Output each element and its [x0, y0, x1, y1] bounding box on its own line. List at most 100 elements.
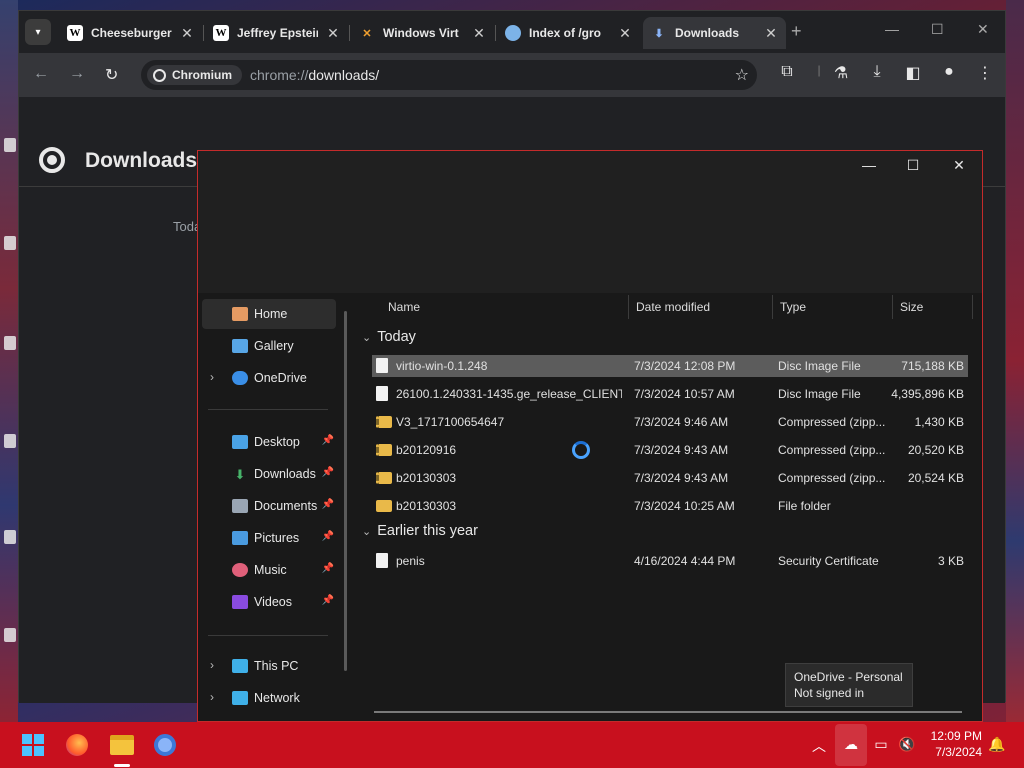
computer-icon [232, 659, 248, 673]
group-header-earlier[interactable]: ⌄ Earlier this year [362, 523, 478, 539]
file-size: 20,520 KB [907, 443, 964, 457]
chevron-right-icon[interactable]: › [210, 690, 214, 704]
file-row[interactable]: b20130303 7/3/2024 9:43 AM Compressed (z… [372, 467, 968, 489]
nav-item-downloads[interactable]: ⬇ Downloads 📌 [202, 459, 336, 489]
maximize-icon[interactable]: ☐ [898, 157, 928, 174]
pin-icon[interactable]: 📌 [322, 467, 334, 478]
profile-icon[interactable]: ● [939, 63, 959, 81]
desktop-icon[interactable] [4, 236, 16, 250]
nav-item-home[interactable]: Home [202, 299, 336, 329]
close-icon[interactable]: ✕ [326, 25, 340, 42]
column-divider[interactable] [972, 295, 973, 319]
desktop-icon[interactable] [4, 628, 16, 642]
menu-dots-icon[interactable]: ⋮ [975, 63, 995, 83]
download-icon[interactable]: ⤓ [867, 63, 887, 81]
file-row[interactable]: virtio-win-0.1.248 7/3/2024 12:08 PM Dis… [372, 355, 968, 377]
close-window-icon[interactable]: ✕ [977, 21, 989, 38]
nav-item-gallery[interactable]: Gallery [202, 331, 336, 361]
clock[interactable]: 12:09 PM 7/3/2024 [926, 728, 982, 760]
tab-cheeseburger[interactable]: W Cheeseburger ✕ [59, 17, 202, 49]
pin-icon[interactable]: 📌 [322, 499, 334, 510]
tab-jeffrey-epstein[interactable]: W Jeffrey Epstein ✕ [205, 17, 348, 49]
chip-label: Chromium [172, 68, 232, 82]
close-icon[interactable]: ✕ [180, 25, 194, 42]
minimize-icon[interactable]: — [854, 157, 884, 173]
file-date: 7/3/2024 10:57 AM [634, 387, 735, 401]
close-icon[interactable]: ✕ [764, 25, 778, 42]
file-row[interactable]: penis 4/16/2024 4:44 PM Security Certifi… [372, 550, 968, 572]
desktop-icon[interactable] [4, 138, 16, 152]
nav-item-videos[interactable]: Videos 📌 [202, 587, 336, 617]
file-list: Name Date modified Type Size ⌄ Today vir… [356, 293, 982, 723]
nav-item-music[interactable]: Music 📌 [202, 555, 336, 585]
tab-downloads[interactable]: ⬇ Downloads ✕ [643, 17, 786, 49]
bookmark-star-icon[interactable]: ☆ [735, 65, 749, 85]
desktop-icon[interactable] [4, 434, 16, 448]
back-arrow-icon[interactable]: ← [33, 65, 49, 83]
nav-item-network[interactable]: › Network [202, 683, 336, 713]
new-tab-button[interactable]: + [791, 21, 802, 42]
nav-item-onedrive[interactable]: › OneDrive [202, 363, 336, 393]
file-row[interactable]: b20130303 7/3/2024 10:25 AM File folder [372, 495, 968, 517]
column-header-date[interactable]: Date modified [636, 300, 710, 314]
nav-item-pictures[interactable]: Pictures 📌 [202, 523, 336, 553]
desktop-icon[interactable] [4, 530, 16, 544]
onedrive-offline-icon[interactable]: ☁ [842, 736, 860, 753]
tab-windows-virt[interactable]: ✕ Windows Virt ✕ [351, 17, 494, 49]
close-icon[interactable]: ✕ [472, 25, 486, 42]
file-name: V3_1717100654647 [396, 415, 505, 429]
firefox-icon [66, 734, 88, 756]
group-header-today[interactable]: ⌄ Today [362, 329, 416, 345]
zip-folder-icon [376, 472, 392, 484]
file-row[interactable]: 26100.1.240331-1435.ge_release_CLIENT_..… [372, 383, 968, 405]
horizontal-scrollbar[interactable] [374, 711, 962, 713]
close-icon[interactable]: ✕ [944, 157, 974, 174]
pin-icon[interactable]: 📌 [322, 531, 334, 542]
file-size: 1,430 KB [914, 415, 964, 429]
taskbar-firefox[interactable] [62, 730, 92, 760]
address-bar[interactable]: Chromium chrome://downloads/ ☆ [141, 60, 757, 90]
nav-item-documents[interactable]: Documents 📌 [202, 491, 336, 521]
maximize-icon[interactable]: ☐ [931, 21, 944, 38]
file-name: virtio-win-0.1.248 [396, 359, 488, 373]
minimize-icon[interactable]: — [885, 21, 899, 37]
column-divider[interactable] [892, 295, 893, 319]
file-type: Compressed (zipp... [778, 471, 886, 485]
music-icon [232, 563, 248, 577]
taskbar-chromium[interactable] [150, 730, 180, 760]
column-divider[interactable] [772, 295, 773, 319]
chevron-up-icon[interactable]: ︿ [810, 736, 828, 756]
extensions-icon[interactable]: ⧉ [777, 63, 797, 81]
tab-search-button[interactable]: ▾ [25, 19, 51, 45]
chevron-right-icon[interactable]: › [210, 658, 214, 672]
column-divider[interactable] [628, 295, 629, 319]
chevron-down-icon: ⌄ [362, 525, 372, 538]
file-row[interactable]: b20120916 7/3/2024 9:43 AM Compressed (z… [372, 439, 968, 461]
reload-icon[interactable]: ↻ [105, 65, 118, 85]
close-icon[interactable]: ✕ [618, 25, 632, 42]
desktop-icon[interactable] [4, 336, 16, 350]
network-icon[interactable]: ▭ [872, 736, 890, 753]
file-row[interactable]: V3_1717100654647 7/3/2024 9:46 AM Compre… [372, 411, 968, 433]
start-button[interactable] [18, 730, 48, 760]
desktop-icon [232, 435, 248, 449]
nav-item-this-pc[interactable]: › This PC [202, 651, 336, 681]
column-header-size[interactable]: Size [900, 300, 923, 314]
side-panel-icon[interactable]: ◧ [903, 63, 923, 83]
column-header-name[interactable]: Name [388, 300, 420, 314]
site-info-chip[interactable]: Chromium [147, 65, 242, 85]
forward-arrow-icon[interactable]: → [69, 65, 85, 83]
pin-icon[interactable]: 📌 [322, 435, 334, 446]
nav-item-desktop[interactable]: Desktop 📌 [202, 427, 336, 457]
chevron-right-icon[interactable]: › [210, 370, 214, 384]
column-header-type[interactable]: Type [780, 300, 806, 314]
tab-index-of[interactable]: Index of /gro ✕ [497, 17, 640, 49]
labs-flask-icon[interactable]: ⚗ [831, 63, 851, 83]
taskbar-file-explorer[interactable] [107, 730, 137, 760]
notification-bell-icon[interactable]: 🔔 [988, 736, 1006, 753]
pin-icon[interactable]: 📌 [322, 595, 334, 606]
volume-muted-icon[interactable]: 🔇 [898, 736, 916, 753]
pin-icon[interactable]: 📌 [322, 563, 334, 574]
url-text[interactable]: chrome://downloads/ [250, 67, 379, 83]
nav-scrollbar[interactable] [344, 311, 347, 671]
